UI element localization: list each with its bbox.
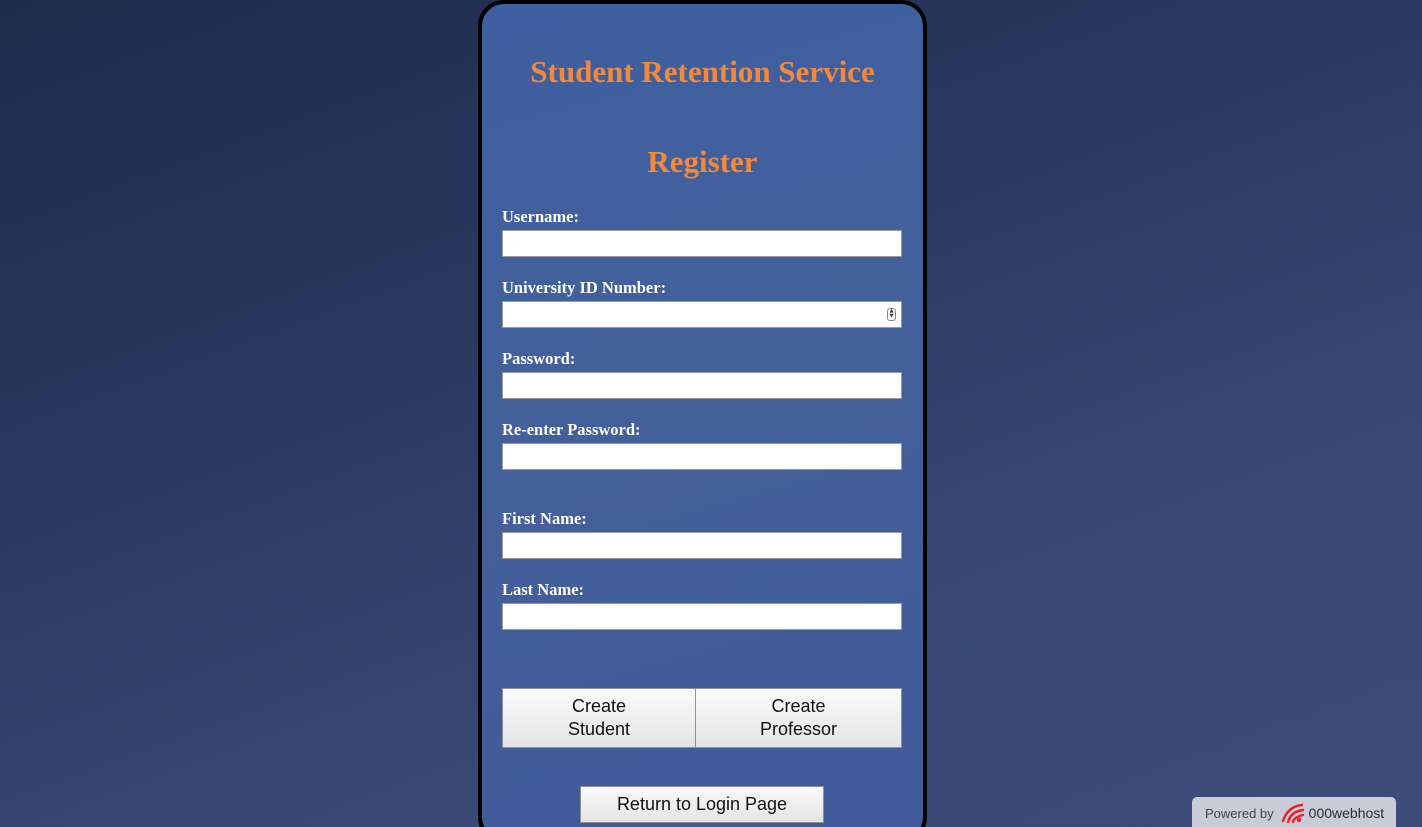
register-panel: Student Retention Service Register Usern… [478,0,927,827]
university-id-input[interactable] [502,301,902,328]
number-stepper-icon[interactable]: ▲ ▼ [887,308,896,321]
university-id-label: University ID Number: [502,278,667,297]
register-heading: Register [647,144,758,179]
password-label: Password: [502,349,576,368]
username-label: Username: [502,207,579,226]
powered-by-badge[interactable]: Powered by 000webhost [1192,797,1396,827]
create-student-label-line1: Create [571,696,627,716]
last-name-input[interactable] [502,603,902,630]
return-to-login-button[interactable]: Return to Login Page [580,786,824,823]
create-student-label-line2: Student [567,719,631,739]
username-input[interactable] [502,230,902,257]
reenter-password-label: Re-enter Password: [502,420,641,439]
create-professor-button[interactable]: Create Professor [695,688,902,748]
create-professor-label-line2: Professor [759,719,838,739]
password-input[interactable] [502,372,902,399]
create-professor-label-line1: Create [771,696,826,716]
create-student-button[interactable]: Create Student [502,688,696,748]
last-name-label: Last Name: [502,580,585,599]
reenter-password-input[interactable] [502,443,902,470]
first-name-input[interactable] [502,532,902,559]
000webhost-brand-name: 000webhost [1308,805,1385,821]
powered-by-text: Powered by [1205,805,1274,821]
first-name-label: First Name: [502,509,587,528]
page-background: { "app": { "title": "Student Retention S… [0,0,1422,827]
university-id-field: ▲ ▼ [502,301,902,328]
000webhost-logo-icon [1281,803,1304,824]
app-title: Student Retention Service [530,54,875,89]
